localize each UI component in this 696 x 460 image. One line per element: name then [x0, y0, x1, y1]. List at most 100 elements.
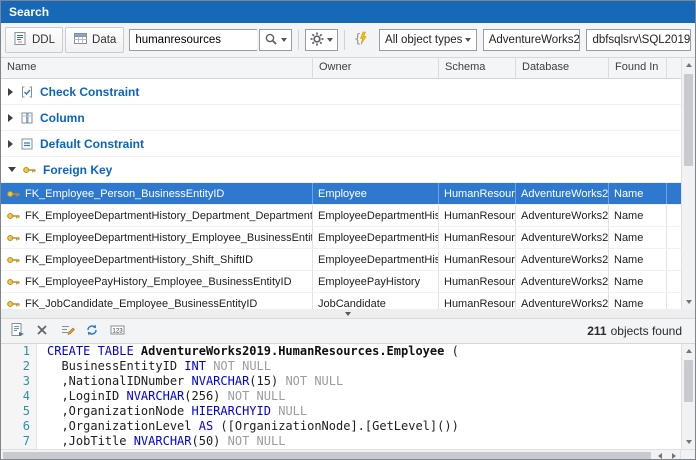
- scroll-up-button[interactable]: [682, 58, 695, 72]
- server-combo[interactable]: dbfsqlsrv\SQL2019: [586, 29, 691, 51]
- code-line: CREATE TABLE AdventureWorks2019.HumanRes…: [47, 344, 459, 358]
- column-header-owner[interactable]: Owner: [313, 58, 439, 78]
- key-icon: [6, 274, 21, 289]
- editor-horizontal-scrollbar[interactable]: [1, 449, 695, 459]
- scroll-thumb[interactable]: [684, 360, 693, 402]
- results-toolbar-buttons: 123: [6, 321, 128, 341]
- default-constraint-icon: [19, 136, 34, 151]
- column-header-database[interactable]: Database: [516, 58, 609, 78]
- scroll-down-button[interactable]: [682, 435, 695, 449]
- scroll-thumb[interactable]: [684, 74, 693, 166]
- result-cell: Name: [609, 249, 667, 270]
- result-cell: Name: [609, 227, 667, 248]
- group-label: Default Constraint: [40, 136, 145, 151]
- scrollbar-corner: [680, 450, 695, 459]
- database-value: AdventureWorks2019: [488, 34, 580, 46]
- scroll-up-button[interactable]: [682, 344, 695, 358]
- server-value: dbfsqlsrv\SQL2019: [592, 34, 691, 46]
- result-cell: JobCandidate: [313, 293, 439, 309]
- result-name: FK_EmployeeDepartmentHistory_Shift_Shift…: [25, 253, 254, 266]
- code-gutter: 1234567: [1, 344, 37, 449]
- scroll-thumb[interactable]: [3, 452, 651, 459]
- results-toolbar: 123 211 objects found: [1, 319, 695, 344]
- result-row[interactable]: FK_EmployeePayHistory_Employee_BusinessE…: [1, 271, 695, 293]
- result-cell: AdventureWorks2019: [516, 183, 609, 204]
- line-number: 7: [22, 434, 30, 448]
- code-line: ,LoginID NVARCHAR(256) NOT NULL: [47, 389, 286, 403]
- result-row[interactable]: FK_JobCandidate_Employee_BusinessEntityI…: [1, 293, 695, 309]
- object-types-combo[interactable]: All object types: [379, 29, 477, 51]
- data-toggle-button[interactable]: Data: [65, 27, 125, 53]
- search-input[interactable]: [129, 29, 258, 51]
- scroll-right-button[interactable]: [667, 450, 681, 459]
- rowcount-button[interactable]: 123: [106, 321, 128, 341]
- group-row-foreign-key[interactable]: Foreign Key: [1, 157, 695, 183]
- column-header-name[interactable]: Name: [1, 58, 313, 78]
- code-line: ,OrganizationLevel AS ([OrganizationNode…: [47, 419, 459, 433]
- grid-header: Name Owner Schema Database Found In: [1, 58, 695, 79]
- result-name: FK_EmployeePayHistory_Employee_BusinessE…: [25, 275, 292, 288]
- refresh-icon: [85, 323, 99, 340]
- foreign-key-icon: [22, 162, 37, 177]
- result-name: FK_EmployeeDepartmentHistory_Employee_Bu…: [25, 231, 313, 244]
- expander-icon[interactable]: [8, 87, 13, 96]
- svg-text:123: 123: [112, 327, 123, 334]
- delete-button[interactable]: [31, 321, 53, 341]
- objects-found-status: 211 objects found: [587, 324, 690, 338]
- editor-vertical-scrollbar[interactable]: [681, 344, 695, 449]
- result-cell: EmployeeDepartmentHistory: [313, 205, 439, 226]
- group-label: Check Constraint: [40, 84, 140, 99]
- search-button[interactable]: [259, 29, 293, 51]
- grid-vertical-scrollbar[interactable]: [681, 58, 695, 309]
- expander-icon[interactable]: [8, 167, 16, 172]
- key-icon: [6, 208, 21, 223]
- scroll-down-button[interactable]: [682, 295, 695, 309]
- rowcount-icon: 123: [110, 323, 125, 340]
- column-header-schema[interactable]: Schema: [439, 58, 516, 78]
- refresh-button[interactable]: [81, 321, 103, 341]
- search-in-ddl-button[interactable]: {: [351, 29, 373, 51]
- result-cell: Name: [609, 271, 667, 292]
- group-row-default-constraint[interactable]: Default Constraint: [1, 131, 695, 157]
- group-row-column[interactable]: Column: [1, 105, 695, 131]
- code-lines: CREATE TABLE AdventureWorks2019.HumanRes…: [37, 344, 459, 449]
- result-row[interactable]: FK_EmployeeDepartmentHistory_Shift_Shift…: [1, 249, 695, 271]
- line-number: 2: [22, 359, 30, 373]
- expander-icon[interactable]: [8, 139, 13, 148]
- result-name: FK_JobCandidate_Employee_BusinessEntityI…: [25, 297, 258, 310]
- ddl-button-label: DDL: [32, 34, 56, 46]
- result-cell: HumanResources: [439, 293, 516, 309]
- expander-icon[interactable]: [8, 113, 13, 122]
- panel-splitter[interactable]: [1, 309, 695, 319]
- result-cell: AdventureWorks2019: [516, 271, 609, 292]
- key-icon: [6, 252, 21, 267]
- script-icon: [10, 322, 25, 340]
- group-row-check-constraint[interactable]: Check Constraint: [1, 79, 695, 105]
- key-icon: [6, 296, 21, 309]
- settings-button[interactable]: [305, 29, 339, 51]
- combo-arrow-icon: [690, 38, 691, 42]
- titlebar[interactable]: Search: [1, 1, 695, 23]
- result-cell: EmployeeDepartmentHistory: [313, 227, 439, 248]
- objects-count-label: objects found: [610, 324, 682, 338]
- script-button[interactable]: [6, 321, 28, 341]
- sql-preview-editor[interactable]: 1234567 CREATE TABLE AdventureWorks2019.…: [1, 344, 695, 449]
- result-row[interactable]: FK_Employee_Person_BusinessEntityID Emplo…: [1, 183, 695, 205]
- column-header-found-in[interactable]: Found In: [609, 58, 667, 78]
- database-combo[interactable]: AdventureWorks2019: [482, 29, 581, 51]
- line-number: 3: [22, 374, 30, 388]
- ddl-toggle-button[interactable]: DDL: [5, 27, 64, 53]
- result-name-cell: FK_EmployeeDepartmentHistory_Employee_Bu…: [1, 227, 313, 248]
- scroll-left-button[interactable]: [653, 450, 667, 459]
- result-row[interactable]: FK_EmployeeDepartmentHistory_Department_…: [1, 205, 695, 227]
- collapse-panel-button[interactable]: [333, 309, 363, 318]
- code-line: ,NationalIDNumber NVARCHAR(15) NOT NULL: [47, 374, 344, 388]
- braces-lightning-icon: {: [354, 31, 370, 49]
- key-icon: [6, 230, 21, 245]
- search-icon: [264, 32, 278, 49]
- result-row[interactable]: FK_EmployeeDepartmentHistory_Employee_Bu…: [1, 227, 695, 249]
- result-cell: Name: [609, 183, 667, 204]
- check-constraint-icon: [19, 84, 34, 99]
- results-grid: Name Owner Schema Database Found In Check Co…: [1, 58, 695, 309]
- edit-button[interactable]: [56, 321, 78, 341]
